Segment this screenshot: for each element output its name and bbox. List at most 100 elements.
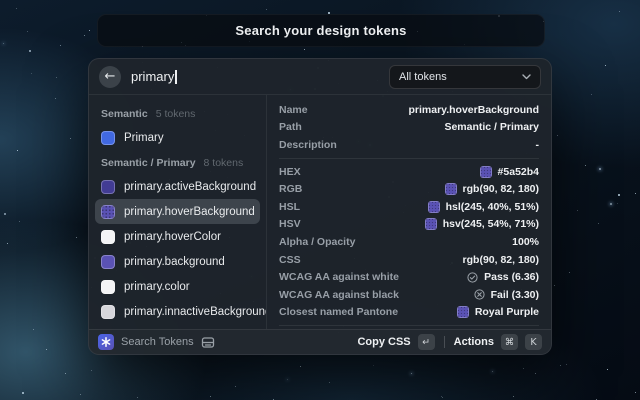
detail-value: primary.hoverBackground: [408, 104, 539, 116]
star: [137, 397, 138, 398]
star: [65, 373, 66, 374]
actions-button[interactable]: Actions: [454, 336, 494, 348]
star: [235, 386, 236, 387]
detail-row: Description -: [279, 136, 539, 154]
color-swatch-icon: [101, 180, 115, 194]
window-body: Semantic5 tokensPrimarySemantic / Primar…: [89, 95, 551, 329]
text-caret: [175, 70, 177, 84]
section-token-count: 8 tokens: [204, 157, 244, 169]
color-swatch-icon: [101, 255, 115, 269]
token-filter-value: All tokens: [399, 71, 447, 83]
window-title-bar: Search your design tokens: [97, 14, 545, 47]
search-bar: ← primary All tokens: [89, 59, 551, 95]
star: [287, 379, 288, 380]
check-circle-icon: [467, 272, 478, 283]
detail-value-text: hsv(245, 54%, 71%): [443, 218, 539, 230]
star: [492, 371, 493, 372]
detail-row: HEX#5a52b4: [279, 163, 539, 181]
color-swatch-icon: [101, 305, 115, 319]
token-filter-dropdown[interactable]: All tokens: [389, 65, 541, 89]
star: [16, 8, 17, 9]
star: [33, 329, 34, 330]
token-list-item[interactable]: primary.hoverBackground: [95, 199, 260, 224]
detail-value-text: 100%: [512, 236, 539, 248]
star: [89, 30, 90, 31]
token-list-item[interactable]: primary.activeBackground: [95, 174, 260, 199]
token-list-item[interactable]: primary.background: [95, 249, 260, 274]
section-header: Semantic5 tokens: [95, 101, 260, 125]
star: [300, 366, 301, 367]
detail-label: WCAG AA against black: [279, 289, 399, 301]
star: [27, 31, 28, 32]
token-list-item[interactable]: primary.color: [95, 274, 260, 299]
desktop-background: Search your design tokens ← primary All …: [0, 0, 640, 400]
star: [523, 368, 524, 369]
star: [617, 203, 618, 204]
back-button[interactable]: ←: [99, 66, 121, 88]
star: [554, 285, 555, 286]
x-circle-icon: [474, 289, 485, 300]
detail-value: Royal Purple: [457, 306, 539, 318]
color-swatch-icon: [425, 218, 437, 230]
token-label: primary.color: [124, 281, 190, 293]
asterisk-icon: [101, 337, 111, 347]
detail-label: HEX: [279, 166, 301, 178]
detail-label: Closest named Pantone: [279, 306, 398, 318]
color-swatch-icon: [101, 205, 115, 219]
detail-row: PathSemantic / Primary: [279, 119, 539, 137]
star: [598, 223, 599, 224]
star: [76, 237, 77, 238]
color-swatch-icon: [101, 280, 115, 294]
token-list-item[interactable]: Primary: [95, 125, 260, 150]
detail-label: CSS: [279, 254, 301, 266]
cmd-key: ⌘: [501, 334, 518, 350]
token-label: primary.activeBackground: [124, 181, 256, 193]
star: [210, 396, 211, 397]
token-list-item[interactable]: primary.hoverColor: [95, 224, 260, 249]
detail-value: Pass (6.36): [467, 271, 539, 283]
color-swatch-icon: [101, 131, 115, 145]
detail-row: Closest named Pantone Royal Purple: [279, 304, 539, 322]
detail-row: Alpha / Opacity 100%: [279, 233, 539, 251]
token-list: Semantic5 tokensPrimarySemantic / Primar…: [89, 95, 267, 329]
detail-value-text: rgb(90, 82, 180): [463, 183, 539, 195]
detail-label: HSV: [279, 218, 301, 230]
star: [535, 373, 536, 374]
star: [610, 203, 612, 205]
detail-row: RGB rgb(90, 82, 180): [279, 180, 539, 198]
star: [618, 194, 620, 196]
star: [329, 382, 330, 383]
detail-value-text: Pass (6.36): [484, 271, 539, 283]
color-swatch-icon: [457, 306, 469, 318]
star: [605, 65, 606, 66]
footer-divider: [444, 336, 445, 348]
star: [70, 138, 71, 139]
printer-icon[interactable]: [201, 336, 215, 349]
detail-value: 100%: [512, 236, 539, 248]
star: [29, 50, 31, 52]
detail-value-text: -: [536, 139, 540, 151]
token-label: primary.hoverColor: [124, 231, 221, 243]
detail-value: Semantic / Primary: [444, 121, 539, 133]
detail-row: WCAG AA against white Pass (6.36): [279, 268, 539, 286]
star: [607, 369, 608, 370]
detail-label: WCAG AA against white: [279, 271, 399, 283]
detail-value-text: primary.hoverBackground: [408, 104, 539, 116]
detail-row: HSLhsl(245, 40%, 51%): [279, 198, 539, 216]
copy-css-button[interactable]: Copy CSS: [357, 336, 410, 348]
detail-label: RGB: [279, 183, 302, 195]
star: [635, 193, 636, 194]
star: [31, 73, 32, 74]
section-header: Semantic / Primary8 tokens: [95, 150, 260, 174]
search-query-text: primary: [131, 69, 174, 84]
detail-label: Alpha / Opacity: [279, 236, 355, 248]
star: [3, 43, 4, 44]
enter-key: ↵: [418, 334, 435, 350]
star: [619, 11, 620, 12]
star: [55, 98, 56, 99]
detail-label: Description: [279, 139, 337, 151]
token-list-item[interactable]: primary.innactiveBackground: [95, 299, 260, 324]
search-input[interactable]: primary: [131, 69, 379, 84]
detail-row: Nameprimary.hoverBackground: [279, 101, 539, 119]
section-token-count: 5 tokens: [156, 108, 196, 120]
